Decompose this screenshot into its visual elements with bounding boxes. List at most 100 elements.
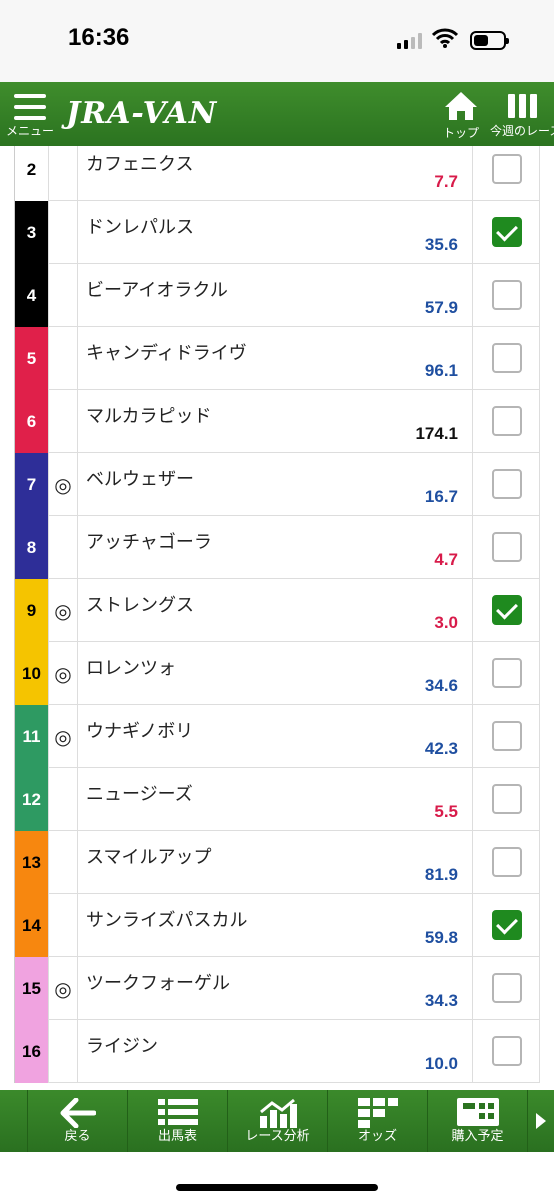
odds-button[interactable]: オッズ [328,1090,428,1152]
select-checkbox[interactable] [492,1036,522,1066]
odds-value: 16.7 [424,487,458,506]
prediction-mark [48,1020,78,1083]
status-time: 16:36 [68,24,130,51]
top-button[interactable]: トップ [440,90,482,141]
horse-name[interactable]: カフェニクス [86,150,193,176]
menu-button[interactable]: メニュー [6,94,54,139]
horse-row[interactable]: 2 カフェニクス 7.7 [14,146,540,201]
horse-row[interactable]: 5 キャンディドライヴ 96.1 [14,327,540,390]
horse-name[interactable]: ツークフォーゲル [86,969,230,995]
horse-name[interactable]: ドンレパルス [86,213,194,239]
back-label: 戻る [64,1129,91,1144]
odds-value: 7.7 [434,172,458,191]
select-checkbox[interactable] [492,595,522,625]
wifi-icon [432,28,458,48]
horse-row[interactable]: 8 アッチャゴーラ 4.7 [14,516,540,579]
horse-row[interactable]: 10 ◎ ロレンツォ 34.6 [14,642,540,705]
select-checkbox[interactable] [492,910,522,940]
checkbox-cell [472,146,540,201]
horse-row[interactable]: 3 ドンレパルス 35.6 [14,201,540,264]
horse-name[interactable]: ストレングス [86,591,194,617]
horse-row[interactable]: 12 ニュージーズ 5.5 [14,768,540,831]
horse-row[interactable]: 15 ◎ ツークフォーゲル 34.3 [14,957,540,1020]
purchase-plan-button[interactable]: 購入予定 [428,1090,528,1152]
horse-row[interactable]: 7 ◎ ベルウェザー 16.7 [14,453,540,516]
prediction-mark [48,894,78,957]
checkbox-cell [472,327,540,390]
horse-number: 5 [14,327,48,390]
odds-value: 34.3 [424,991,458,1010]
odds-value: 81.9 [424,865,458,884]
horse-name[interactable]: ウナギノボリ [86,717,193,743]
horse-number: 3 [14,201,48,264]
entries-label: 出馬表 [157,1129,197,1144]
app-logo[interactable]: JRA-VAN [66,96,217,131]
horse-row[interactable]: 9 ◎ ストレングス 3.0 [14,579,540,642]
select-checkbox[interactable] [492,406,522,436]
select-checkbox[interactable] [492,154,522,184]
horse-name[interactable]: ビーアイオラクル [86,276,228,302]
horse-number: 10 [14,642,48,705]
odds-value: 35.6 [424,235,458,254]
odds-value: 57.9 [424,298,458,317]
weekly-races-button[interactable]: 今週のレース [490,94,554,139]
prediction-mark [48,327,78,390]
horse-number: 4 [14,264,48,327]
horse-row[interactable]: 13 スマイルアップ 81.9 [14,831,540,894]
chevron-right-icon [536,1113,546,1129]
horse-number: 11 [14,705,48,768]
prediction-mark: ◎ [48,705,78,768]
checkbox-cell [472,390,540,453]
horse-name[interactable]: アッチャゴーラ [86,528,212,554]
horse-name[interactable]: サンライズパスカル [86,906,247,932]
horse-name[interactable]: マルカラピッド [86,402,211,428]
select-checkbox[interactable] [492,343,522,373]
horse-row[interactable]: 16 ライジン 10.0 [14,1020,540,1083]
chart-icon [259,1098,297,1128]
select-checkbox[interactable] [492,469,522,499]
odds-value: 59.8 [424,928,458,947]
horse-row[interactable]: 11 ◎ ウナギノボリ 42.3 [14,705,540,768]
prediction-mark [48,264,78,327]
app-header: メニュー JRA-VAN トップ 今週のレース [0,82,554,146]
race-analysis-button[interactable]: レース分析 [228,1090,328,1152]
back-button[interactable]: 戻る [28,1090,128,1152]
more-button[interactable] [528,1090,554,1152]
horse-name[interactable]: スマイルアップ [86,843,211,869]
select-checkbox[interactable] [492,784,522,814]
horse-name[interactable]: ロレンツォ [86,654,176,680]
checkbox-cell [472,453,540,516]
horse-name[interactable]: キャンディドライヴ [86,339,247,365]
select-checkbox[interactable] [492,973,522,1003]
horse-number: 14 [14,894,48,957]
select-checkbox[interactable] [492,847,522,877]
odds-value: 5.5 [434,802,458,821]
checkbox-cell [472,579,540,642]
select-checkbox[interactable] [492,280,522,310]
entries-button[interactable]: 出馬表 [128,1090,228,1152]
prediction-mark [48,390,78,453]
select-checkbox[interactable] [492,217,522,247]
horse-row[interactable]: 6 マルカラピッド 174.1 [14,390,540,453]
checkbox-cell [472,894,540,957]
horse-name[interactable]: ベルウェザー [86,465,194,491]
grid-icon [357,1098,398,1128]
horse-number: 16 [14,1020,48,1083]
menu-label: メニュー [6,124,55,138]
horse-name[interactable]: ニュージーズ [86,780,193,806]
select-checkbox[interactable] [492,532,522,562]
horse-row[interactable]: 14 サンライズパスカル 59.8 [14,894,540,957]
horse-name[interactable]: ライジン [86,1032,158,1058]
odds-value: 96.1 [424,361,458,380]
odds-value: 34.6 [424,676,458,695]
checkbox-cell [472,957,540,1020]
prediction-mark [48,831,78,894]
horse-row[interactable]: 4 ビーアイオラクル 57.9 [14,264,540,327]
battery-icon [470,31,509,50]
select-checkbox[interactable] [492,658,522,688]
select-checkbox[interactable] [492,721,522,751]
prediction-mark: ◎ [48,579,78,642]
ticket-icon [456,1098,499,1126]
horse-list: 2 カフェニクス 7.7 3 ドンレパルス 35.6 4 ビーアイオラクル 57.9 5 キャンディ… [14,146,540,1090]
horse-number: 6 [14,390,48,453]
